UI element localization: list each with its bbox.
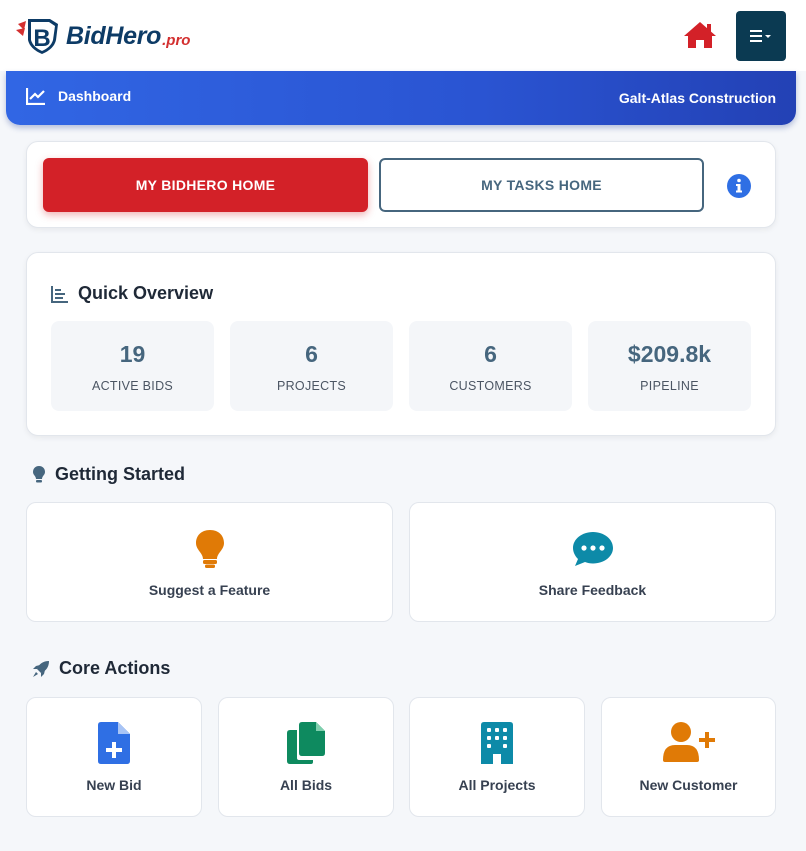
stat-value: 6 — [305, 341, 318, 367]
home-button[interactable] — [683, 20, 717, 50]
user-plus-icon — [662, 722, 715, 762]
svg-text:B: B — [33, 25, 50, 52]
stat-value: $209.8k — [627, 341, 712, 367]
stat-projects: 6 PROJECTS — [230, 321, 393, 411]
menu-button[interactable] — [736, 11, 786, 61]
building-icon — [481, 722, 513, 764]
stat-value: 19 — [119, 341, 146, 367]
getting-started-heading: Getting Started — [32, 464, 185, 485]
stat-label: ACTIVE BIDS — [91, 379, 174, 393]
new-bid-tile[interactable]: New Bid — [26, 697, 202, 817]
home-icon — [684, 22, 716, 48]
stat-active-bids: 19 ACTIVE BIDS — [51, 321, 214, 411]
quick-overview-heading: Quick Overview — [51, 283, 213, 304]
my-tasks-home-button[interactable]: MY TASKS HOME — [379, 158, 704, 212]
dashboard-label: Dashboard — [58, 88, 132, 104]
tile-label: Share Feedback — [538, 582, 647, 598]
lightbulb-icon — [195, 530, 224, 568]
tile-label: New Bid — [86, 777, 142, 793]
company-name: Galt-Atlas Construction — [618, 90, 776, 106]
quick-overview-card: Quick Overview 19 ACTIVE BIDS 6 PROJECTS… — [26, 252, 776, 436]
copy-icon — [287, 722, 325, 764]
lightbulb-small-icon — [33, 465, 45, 482]
logo-text: BidHero — [66, 21, 162, 50]
core-actions-title: Core Actions — [59, 658, 171, 678]
tile-label: All Projects — [458, 777, 536, 793]
tile-label: Suggest a Feature — [148, 582, 271, 598]
all-bids-tile[interactable]: All Bids — [218, 697, 394, 817]
getting-started-title: Getting Started — [55, 464, 186, 484]
stat-label: PIPELINE — [640, 379, 699, 393]
chart-line-icon — [26, 88, 45, 105]
tile-label: All Bids — [279, 777, 333, 793]
rocket-icon — [33, 660, 49, 677]
menu-icon — [750, 30, 771, 42]
stat-label: CUSTOMERS — [449, 379, 532, 393]
stat-value: 6 — [484, 341, 497, 367]
quick-overview-title: Quick Overview — [78, 283, 214, 303]
tile-label: New Customer — [639, 777, 738, 793]
file-plus-icon — [98, 722, 130, 764]
dashboard-link[interactable]: Dashboard — [26, 87, 131, 105]
chat-icon — [572, 532, 613, 566]
info-icon[interactable] — [727, 174, 751, 198]
top-bar: B BidHero .pro — [0, 0, 806, 71]
new-customer-tile[interactable]: New Customer — [601, 697, 776, 817]
logo[interactable]: B BidHero .pro — [16, 16, 190, 56]
stat-label: PROJECTS — [276, 379, 347, 393]
stat-pipeline: $209.8k PIPELINE — [588, 321, 751, 411]
core-actions-heading: Core Actions — [32, 658, 170, 679]
dashboard-navbar: Dashboard Galt-Atlas Construction — [6, 71, 796, 125]
suggest-feature-tile[interactable]: Suggest a Feature — [26, 502, 393, 622]
chart-bar-icon — [51, 285, 68, 303]
shield-logo-icon: B — [16, 19, 58, 54]
all-projects-tile[interactable]: All Projects — [409, 697, 585, 817]
share-feedback-tile[interactable]: Share Feedback — [409, 502, 776, 622]
logo-suffix: .pro — [162, 31, 191, 49]
stat-customers: 6 CUSTOMERS — [409, 321, 572, 411]
home-toggle-card: MY BIDHERO HOME MY TASKS HOME — [26, 141, 776, 228]
my-bidhero-home-button[interactable]: MY BIDHERO HOME — [43, 158, 368, 212]
